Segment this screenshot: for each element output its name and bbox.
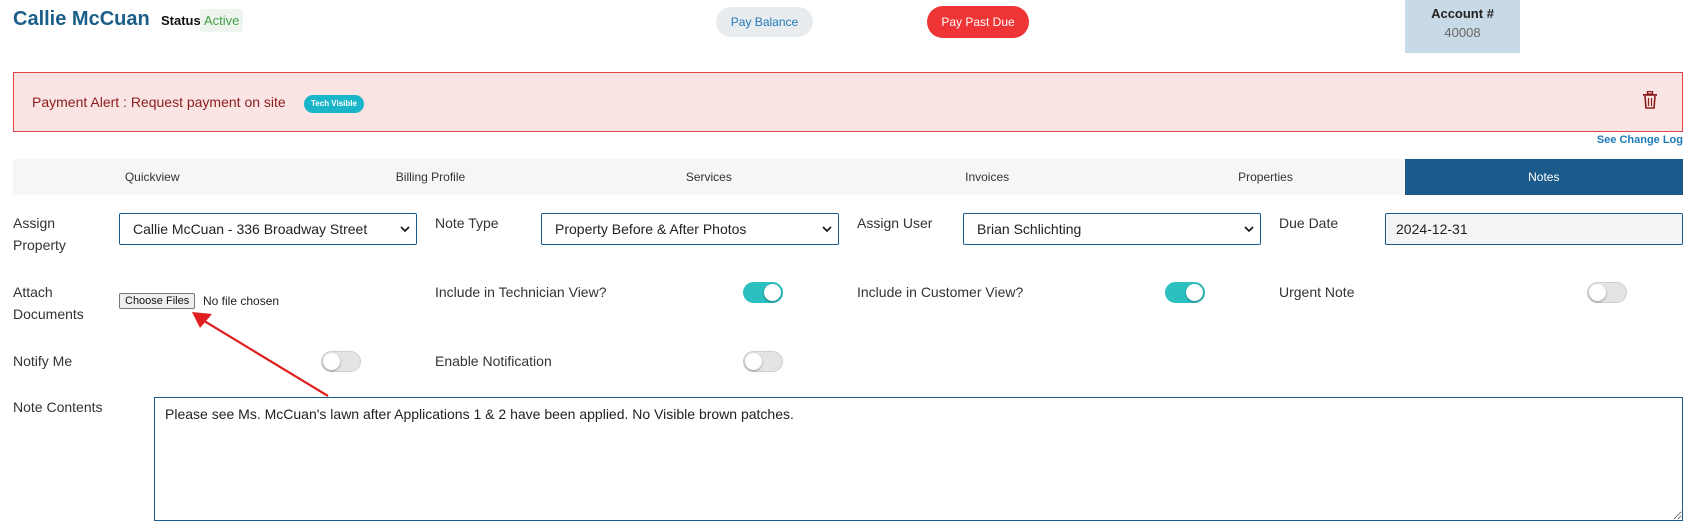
see-change-log-link[interactable]: See Change Log (1597, 134, 1683, 146)
annotation-arrow-icon (192, 312, 329, 397)
urgent-note-label: Urgent Note (1279, 284, 1355, 300)
include-customer-toggle[interactable] (1165, 282, 1205, 303)
due-date-input[interactable] (1385, 213, 1683, 245)
urgent-note-toggle[interactable] (1587, 282, 1627, 303)
tab-invoices[interactable]: Invoices (848, 159, 1126, 195)
assign-user-select[interactable]: Brian Schlichting (963, 213, 1261, 245)
chevron-down-icon (400, 226, 410, 233)
toggle-knob (764, 284, 781, 301)
assign-property-label: Assign Property (13, 215, 66, 253)
tab-bar: Quickview Billing Profile Services Invoi… (13, 159, 1683, 195)
note-type-select[interactable]: Property Before & After Photos (541, 213, 839, 245)
note-contents-label: Note Contents (13, 399, 103, 415)
toggle-knob (1589, 284, 1606, 301)
status-badge: Active (200, 9, 244, 32)
status-label: Status (161, 13, 201, 28)
assign-user-value: Brian Schlichting (977, 221, 1082, 237)
account-number: 40008 (1444, 25, 1481, 40)
toggle-knob (745, 353, 762, 370)
tab-services[interactable]: Services (570, 159, 848, 195)
note-type-label: Note Type (435, 215, 499, 231)
tab-quickview[interactable]: Quickview (13, 159, 291, 195)
customer-name: Callie McCuan (13, 8, 150, 30)
chevron-down-icon (822, 226, 832, 233)
pay-balance-button[interactable]: Pay Balance (716, 7, 813, 37)
notify-me-label: Notify Me (13, 353, 73, 369)
assign-property-value: Callie McCuan - 336 Broadway Street (133, 221, 368, 237)
toggle-knob (1186, 284, 1203, 301)
tab-billing-profile[interactable]: Billing Profile (291, 159, 569, 195)
due-date-label: Due Date (1279, 215, 1339, 231)
alert-text: Payment Alert : Request payment on site (32, 94, 286, 110)
enable-notification-toggle[interactable] (743, 351, 783, 372)
payment-alert: Payment Alert : Request payment on site … (13, 72, 1683, 132)
include-customer-label: Include in Customer View? (857, 284, 1024, 300)
attach-documents-label: Attach Documents (13, 284, 84, 322)
assign-user-label: Assign User (857, 215, 933, 231)
enable-notification-label: Enable Notification (435, 353, 552, 369)
tab-notes[interactable]: Notes (1404, 159, 1683, 195)
trash-icon[interactable] (1642, 90, 1658, 109)
chevron-down-icon (1244, 226, 1254, 233)
pay-past-due-button[interactable]: Pay Past Due (927, 6, 1029, 38)
include-technician-label: Include in Technician View? (435, 284, 607, 300)
tech-visible-badge: Tech Visible (304, 95, 364, 113)
include-technician-toggle[interactable] (743, 282, 783, 303)
file-status-text: No file chosen (203, 294, 280, 308)
account-title: Account # (1431, 6, 1494, 21)
note-type-value: Property Before & After Photos (555, 221, 747, 237)
tab-properties[interactable]: Properties (1126, 159, 1404, 195)
account-box: Account # 40008 (1405, 0, 1520, 53)
note-contents-textarea[interactable]: Please see Ms. McCuan's lawn after Appli… (154, 397, 1683, 521)
choose-files-button[interactable]: Choose Files (119, 293, 196, 309)
assign-property-select[interactable]: Callie McCuan - 336 Broadway Street (119, 213, 417, 245)
